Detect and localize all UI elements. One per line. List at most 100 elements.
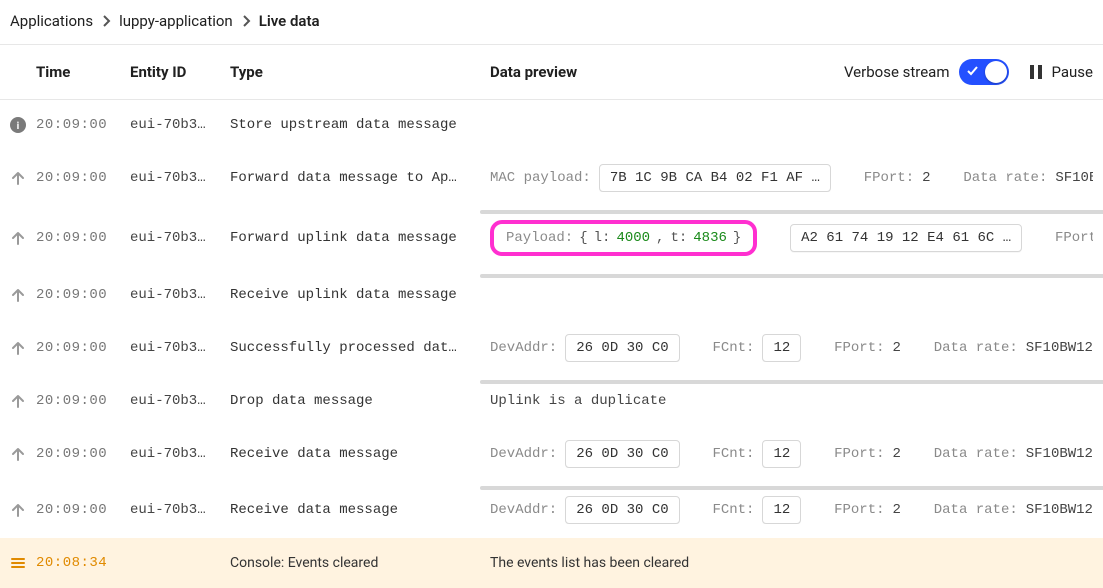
system-icon <box>10 555 26 571</box>
event-type: Forward data message to Ap… <box>230 170 490 186</box>
col-time-header: Time <box>36 63 130 81</box>
pause-button[interactable]: Pause <box>1029 63 1093 81</box>
arrow-up-icon <box>10 340 26 356</box>
devaddr-label: DevAddr: <box>490 340 557 356</box>
event-entity: eui-70b3… <box>130 170 230 186</box>
event-row[interactable]: 20:09:00eui-70b3…Drop data messageUplink… <box>0 376 1103 426</box>
event-entity: eui-70b3… <box>130 230 230 246</box>
fport-value: 2 <box>922 170 930 186</box>
event-preview: DevAddr: 26 0D 30 C0 FCnt: 12 FPort: 2 D… <box>490 440 1093 468</box>
event-time: 20:09:00 <box>36 446 130 462</box>
event-type: Store upstream data message <box>230 117 490 133</box>
column-header-row: Time Entity ID Type Data preview Verbose… <box>0 45 1103 100</box>
chevron-right-icon <box>241 14 251 28</box>
event-time: 20:09:00 <box>36 230 130 246</box>
event-preview: MAC payload: 7B 1C 9B CA B4 02 F1 AF … F… <box>490 164 1093 192</box>
event-time: 20:09:00 <box>36 170 130 186</box>
event-entity: eui-70b3… <box>130 393 230 409</box>
fport-label: FPort: <box>864 170 914 186</box>
fcnt-value[interactable]: 12 <box>762 334 801 362</box>
event-list: i20:09:00eui-70b3…Store upstream data me… <box>0 100 1103 588</box>
event-row[interactable]: i20:09:00eui-70b3…Store upstream data me… <box>0 100 1103 150</box>
breadcrumb: Applications luppy-application Live data <box>0 0 1103 45</box>
arrow-up-icon <box>10 446 26 462</box>
fport-value: 2 <box>893 340 901 356</box>
event-type: Receive uplink data message <box>230 287 490 303</box>
info-icon: i <box>10 117 26 133</box>
fport-label: FPort: <box>1055 230 1093 246</box>
fcnt-label: FCnt: <box>712 446 754 462</box>
fcnt-value[interactable]: 12 <box>762 496 801 524</box>
col-preview-header: Data preview <box>490 63 834 81</box>
event-preview: DevAddr: 26 0D 30 C0 FCnt: 12 FPort: 2 D… <box>490 334 1093 362</box>
verbose-label: Verbose stream <box>844 63 950 81</box>
payload-label: Payload: <box>506 230 573 246</box>
breadcrumb-current: Live data <box>259 12 320 30</box>
devaddr-value[interactable]: 26 0D 30 C0 <box>565 496 679 524</box>
data-rate-value: SF10BW125 <box>1055 170 1093 186</box>
event-entity: eui-70b3… <box>130 446 230 462</box>
devaddr-label: DevAddr: <box>490 502 557 518</box>
data-rate-value: SF10BW125 <box>1026 340 1093 356</box>
event-row[interactable]: 20:09:00eui-70b3…Forward data message to… <box>0 150 1103 206</box>
event-type: Drop data message <box>230 393 490 409</box>
devaddr-value[interactable]: 26 0D 30 C0 <box>565 334 679 362</box>
toggle-knob <box>985 61 1007 83</box>
verbose-toggle[interactable] <box>959 59 1009 85</box>
event-time: 20:08:34 <box>36 555 130 571</box>
fport-value: 2 <box>893 502 901 518</box>
event-type: Receive data message <box>230 502 490 518</box>
event-preview: The events list has been cleared <box>490 555 1093 571</box>
event-time: 20:09:00 <box>36 117 130 133</box>
arrow-up-icon <box>10 287 26 303</box>
fport-label: FPort: <box>834 446 884 462</box>
event-row[interactable]: 20:09:00eui-70b3…Receive data messageDev… <box>0 426 1103 482</box>
data-rate-label: Data rate: <box>934 446 1018 462</box>
event-time: 20:09:00 <box>36 393 130 409</box>
fport-label: FPort: <box>834 340 884 356</box>
payload-hex[interactable]: A2 61 74 19 12 E4 61 6C … <box>790 224 1022 252</box>
fport-value: 2 <box>893 446 901 462</box>
arrow-up-icon <box>10 170 26 186</box>
breadcrumb-root[interactable]: Applications <box>10 12 93 30</box>
event-type: Successfully processed dat… <box>230 340 490 356</box>
event-preview: DevAddr: 26 0D 30 C0 FCnt: 12 FPort: 2 D… <box>490 496 1093 524</box>
data-rate-label: Data rate: <box>963 170 1047 186</box>
mac-payload-value[interactable]: 7B 1C 9B CA B4 02 F1 AF … <box>599 164 831 192</box>
devaddr-value[interactable]: 26 0D 30 C0 <box>565 440 679 468</box>
event-time: 20:09:00 <box>36 287 130 303</box>
pause-icon <box>1029 64 1043 80</box>
payload-t: 4836 <box>693 230 727 246</box>
payload-l: 4000 <box>616 230 650 246</box>
chevron-right-icon <box>101 14 111 28</box>
col-type-header: Type <box>230 63 490 81</box>
pause-label: Pause <box>1051 63 1093 81</box>
data-rate-value: SF10BW125 <box>1026 446 1093 462</box>
event-type: Receive data message <box>230 446 490 462</box>
arrow-up-icon <box>10 393 26 409</box>
event-time: 20:09:00 <box>36 502 130 518</box>
event-type: Forward uplink data message <box>230 230 490 246</box>
event-preview: Uplink is a duplicate <box>490 393 1093 409</box>
event-row[interactable]: 20:09:00eui-70b3…Forward uplink data mes… <box>0 206 1103 270</box>
event-entity: eui-70b3… <box>130 502 230 518</box>
check-icon <box>966 64 980 78</box>
col-entity-header: Entity ID <box>130 63 230 81</box>
event-row[interactable]: 20:09:00eui-70b3…Successfully processed … <box>0 320 1103 376</box>
event-preview: Payload: { l: 4000, t: 4836 } A2 61 74 1… <box>490 220 1093 256</box>
arrow-up-icon <box>10 502 26 518</box>
data-rate-label: Data rate: <box>934 340 1018 356</box>
event-row[interactable]: 20:08:34Console: Events clearedThe event… <box>0 538 1103 588</box>
breadcrumb-app[interactable]: luppy-application <box>119 12 233 30</box>
fcnt-value[interactable]: 12 <box>762 440 801 468</box>
event-entity: eui-70b3… <box>130 340 230 356</box>
data-rate-label: Data rate: <box>934 502 1018 518</box>
svg-text:i: i <box>17 121 20 132</box>
event-entity: eui-70b3… <box>130 287 230 303</box>
fport-label: FPort: <box>834 502 884 518</box>
fcnt-label: FCnt: <box>712 340 754 356</box>
event-row[interactable]: 20:09:00eui-70b3…Receive uplink data mes… <box>0 270 1103 320</box>
event-time: 20:09:00 <box>36 340 130 356</box>
data-rate-value: SF10BW125 <box>1026 502 1093 518</box>
event-row[interactable]: 20:09:00eui-70b3…Receive data messageDev… <box>0 482 1103 538</box>
